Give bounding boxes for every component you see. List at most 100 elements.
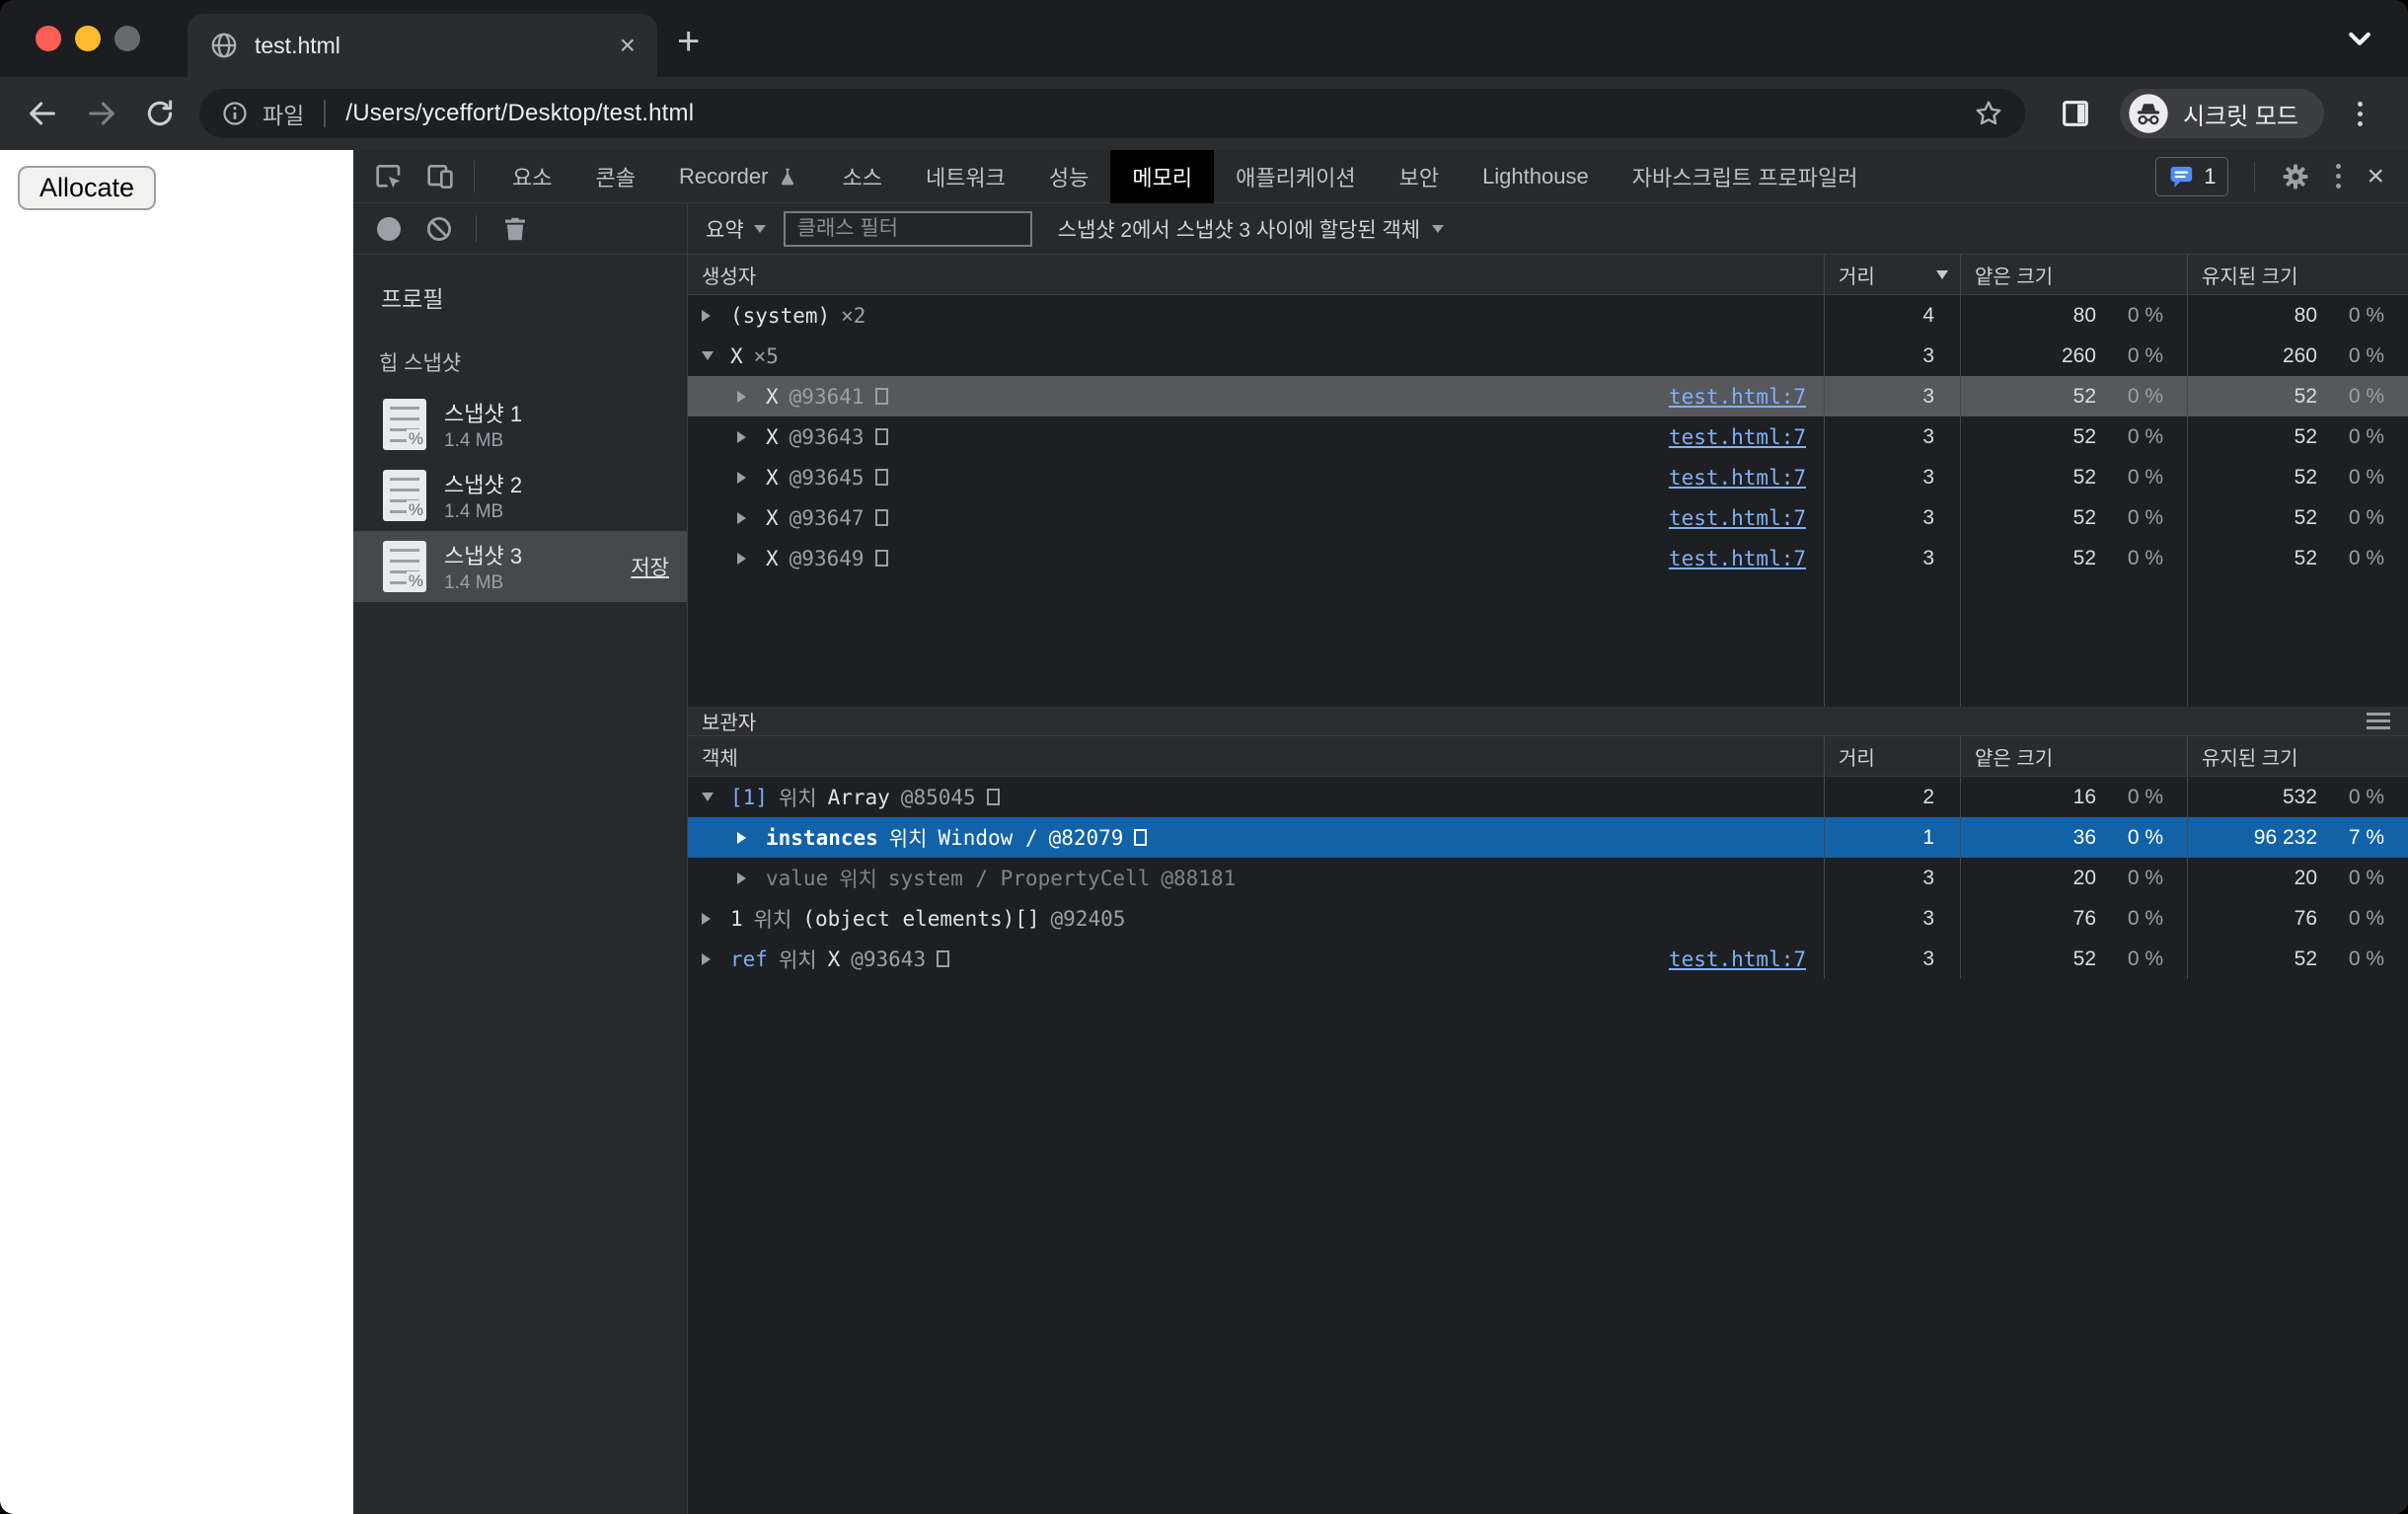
devtools-menu-icon[interactable] (2336, 164, 2341, 189)
source-link[interactable]: test.html:7 (1669, 506, 1824, 530)
browser-menu-icon[interactable] (2358, 102, 2363, 126)
expanded-arrow-icon[interactable] (702, 793, 719, 801)
object-box-glyph (875, 469, 888, 486)
devtools-tab-콘솔[interactable]: 콘솔 (573, 150, 656, 203)
collapsed-arrow-icon[interactable] (702, 913, 719, 925)
column-header[interactable]: 거리 (1824, 736, 1960, 776)
snapshot-item[interactable]: 스냅샷 31.4 MB저장 (353, 531, 687, 602)
column-header[interactable]: 유지된 크기 (2187, 255, 2408, 294)
devtools-tab-label: 자바스크립트 프로파일러 (1632, 161, 1858, 192)
collapsed-arrow-icon[interactable] (737, 472, 755, 484)
constructor-row[interactable]: (system)×24800 %800 % (688, 295, 2408, 336)
collapsed-arrow-icon[interactable] (737, 512, 755, 524)
retainer-row[interactable]: value위치system / PropertyCell@881813200 %… (688, 858, 2408, 898)
devtools-tab-자바스크립트 프로파일러[interactable]: 자바스크립트 프로파일러 (1611, 150, 1880, 203)
clear-profiles-icon[interactable] (424, 214, 454, 244)
collapsed-arrow-icon[interactable] (737, 832, 755, 844)
delete-profile-trash-icon[interactable] (500, 214, 530, 244)
constructor-row[interactable]: X@93643test.html:73520 %520 % (688, 416, 2408, 457)
retainers-menu-icon[interactable] (2367, 713, 2390, 729)
zoom-window-button[interactable] (114, 26, 140, 51)
column-header[interactable]: 생성자 (688, 255, 1824, 294)
devtools-tab-메모리[interactable]: 메모리 (1110, 150, 1214, 203)
collapsed-arrow-icon[interactable] (702, 953, 719, 965)
source-link[interactable]: test.html:7 (1669, 466, 1824, 490)
size-value: 52 (2295, 506, 2317, 530)
distance-value: 4 (1922, 304, 1934, 328)
retainer-row[interactable]: [1]위치Array@850452160 %5320 % (688, 777, 2408, 817)
constructor-row[interactable]: X@93645test.html:73520 %520 % (688, 457, 2408, 497)
new-tab-button[interactable]: + (677, 22, 700, 61)
constructors-header: 생성자 거리 얕은 크기유지된 크기 (688, 255, 2408, 295)
info-icon[interactable] (221, 100, 249, 127)
inspect-element-icon[interactable] (373, 161, 405, 192)
constructor-row[interactable]: X×532600 %2600 % (688, 336, 2408, 376)
forward-button[interactable] (85, 97, 118, 130)
distance-value: 3 (1922, 344, 1934, 368)
collapsed-arrow-icon[interactable] (737, 553, 755, 565)
perspective-select[interactable]: 요약 (706, 214, 766, 244)
devtools-tab-recorder[interactable]: Recorder (657, 150, 820, 203)
url-bar[interactable]: 파일 /Users/yceffort/Desktop/test.html (199, 89, 2025, 138)
size-value: 16 (2073, 786, 2096, 809)
devtools-close-icon[interactable]: × (2367, 162, 2384, 191)
bookmark-star-icon[interactable] (1974, 99, 2003, 128)
issues-badge[interactable]: 1 (2155, 157, 2228, 196)
snapshot-scope-select[interactable]: 스냅샷 2에서 스냅샷 3 사이에 할당된 객체 (1058, 214, 1444, 244)
collapsed-arrow-icon[interactable] (737, 391, 755, 403)
snapshot-item[interactable]: 스냅샷 21.4 MB (353, 460, 687, 531)
class-filter-input[interactable] (784, 211, 1032, 247)
side-panel-icon[interactable] (2059, 97, 2092, 130)
devtools-tab-소스[interactable]: 소스 (820, 150, 903, 203)
tab-search-chevron-icon[interactable] (2345, 28, 2374, 51)
close-window-button[interactable] (36, 26, 61, 51)
devtools-tab-lighthouse[interactable]: Lighthouse (1461, 150, 1611, 203)
size-percent: 0 % (2317, 947, 2408, 971)
distance-value: 2 (1922, 786, 1934, 809)
devtools-tab-네트워크[interactable]: 네트워크 (904, 150, 1027, 203)
source-link[interactable]: test.html:7 (1669, 425, 1824, 449)
snapshot-size: 1.4 MB (444, 430, 522, 452)
retainer-row[interactable]: instances위치Window /@820791360 %96 2327 % (688, 817, 2408, 858)
constructor-row[interactable]: X@93647test.html:73520 %520 % (688, 497, 2408, 538)
size-value: 52 (2295, 385, 2317, 409)
object-box-glyph (987, 789, 1000, 805)
object-text: Array (828, 786, 890, 809)
snapshot-item[interactable]: 스냅샷 11.4 MB (353, 389, 687, 460)
minimize-window-button[interactable] (75, 26, 101, 51)
collapsed-arrow-icon[interactable] (737, 872, 755, 884)
retainer-row[interactable]: ref위치X@93643test.html:73520 %520 % (688, 939, 2408, 979)
device-toolbar-icon[interactable] (424, 161, 456, 192)
incognito-badge: 시크릿 모드 (2120, 89, 2324, 138)
allocate-button[interactable]: Allocate (18, 166, 156, 210)
column-header[interactable]: 객체 (688, 736, 1824, 776)
column-header[interactable]: 얕은 크기 (1960, 255, 2187, 294)
devtools-tab-애플리케이션[interactable]: 애플리케이션 (1214, 150, 1377, 203)
devtools-tab-요소[interactable]: 요소 (490, 150, 573, 203)
source-link[interactable]: test.html:7 (1669, 547, 1824, 570)
column-header[interactable]: 거리 (1824, 255, 1960, 294)
tab-close-icon[interactable]: × (620, 32, 636, 59)
source-link[interactable]: test.html:7 (1669, 385, 1824, 409)
constructor-row[interactable]: X@93641test.html:73520 %520 % (688, 376, 2408, 416)
column-header[interactable]: 유지된 크기 (2187, 736, 2408, 776)
devtools-tab-성능[interactable]: 성능 (1027, 150, 1110, 203)
column-header-label: 거리 (1839, 261, 1875, 289)
save-snapshot-link[interactable]: 저장 (631, 552, 669, 581)
reload-button[interactable] (144, 98, 176, 129)
retainers-title: 보관자 (688, 707, 756, 735)
record-heap-snapshot-button[interactable] (377, 217, 401, 241)
browser-tab[interactable]: test.html × (188, 14, 657, 77)
column-header[interactable]: 얕은 크기 (1960, 736, 2187, 776)
settings-gear-icon[interactable] (2281, 162, 2310, 191)
expanded-arrow-icon[interactable] (702, 351, 719, 360)
collapsed-arrow-icon[interactable] (702, 310, 719, 322)
devtools-tabs: 요소콘솔Recorder소스네트워크성능메모리애플리케이션보안Lighthous… (490, 150, 1879, 202)
devtools-tab-보안[interactable]: 보안 (1378, 150, 1461, 203)
back-button[interactable] (26, 97, 59, 130)
url-text[interactable]: /Users/yceffort/Desktop/test.html (345, 100, 1960, 127)
collapsed-arrow-icon[interactable] (737, 431, 755, 443)
retainer-row[interactable]: 1위치(object elements)[]@924053760 %760 % (688, 898, 2408, 939)
source-link[interactable]: test.html:7 (1669, 947, 1824, 971)
constructor-row[interactable]: X@93649test.html:73520 %520 % (688, 538, 2408, 578)
